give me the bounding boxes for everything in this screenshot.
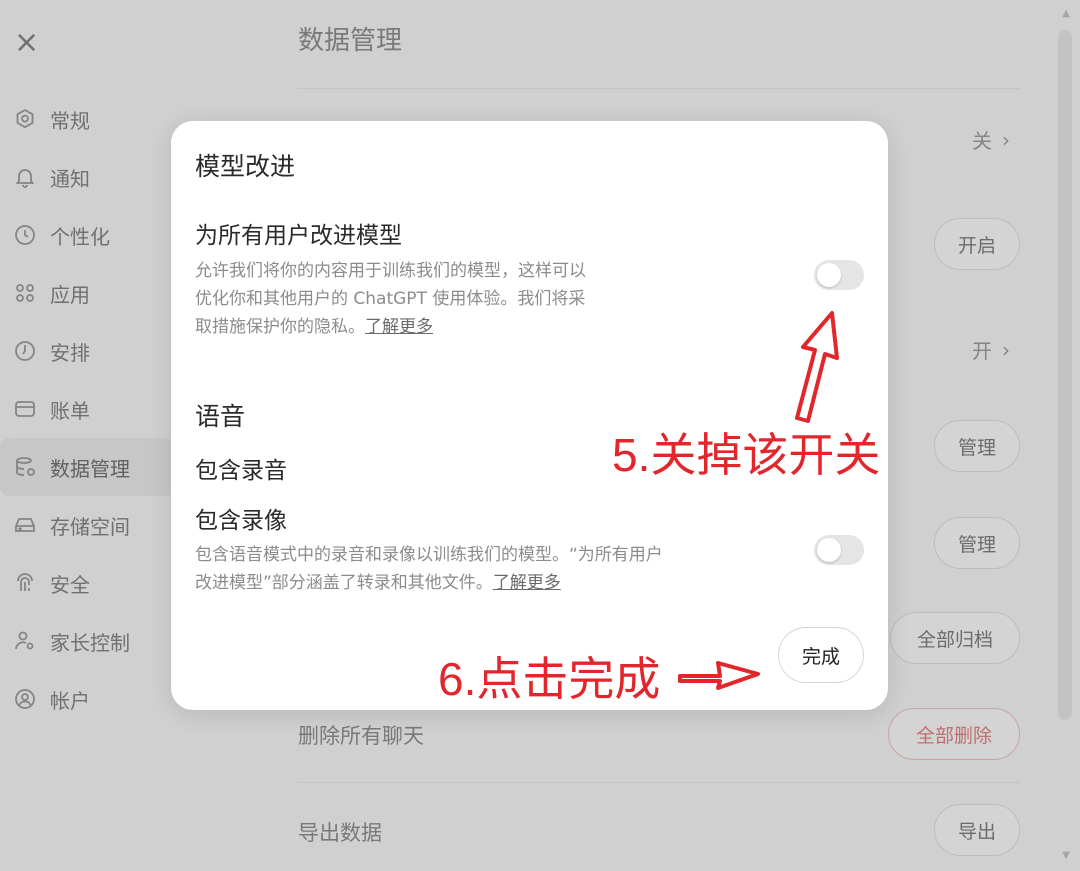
learn-more-link[interactable]: 了解更多: [365, 317, 433, 337]
toggle-knob: [817, 538, 841, 562]
learn-more-link[interactable]: 了解更多: [493, 573, 561, 593]
step5-annotation: 5.关掉该开关: [612, 429, 881, 481]
done-button[interactable]: 完成: [778, 627, 864, 683]
voice-section-heading: 语音: [195, 402, 246, 431]
include-video-toggle[interactable]: [814, 535, 864, 565]
description-text: 包含语音模式中的录音和录像以训练我们的模型。“为所有用户改进模型”部分涵盖了转录…: [195, 545, 663, 593]
voice-description: 包含语音模式中的录音和录像以训练我们的模型。“为所有用户改进模型”部分涵盖了转录…: [195, 541, 675, 597]
improve-model-description: 允许我们将你的内容用于训练我们的模型，这样可以优化你和其他用户的 ChatGPT…: [195, 257, 595, 341]
toggle-knob: [817, 263, 841, 287]
include-audio-label: 包含录音: [195, 458, 287, 484]
include-video-label: 包含录像: [195, 508, 287, 534]
improve-model-toggle[interactable]: [814, 260, 864, 290]
step6-annotation: 6.点击完成: [438, 653, 661, 705]
dialog-title: 模型改进: [195, 152, 296, 181]
improve-model-heading: 为所有用户改进模型: [195, 223, 402, 249]
model-improvement-dialog: 模型改进 为所有用户改进模型 允许我们将你的内容用于训练我们的模型，这样可以优化…: [171, 121, 888, 710]
